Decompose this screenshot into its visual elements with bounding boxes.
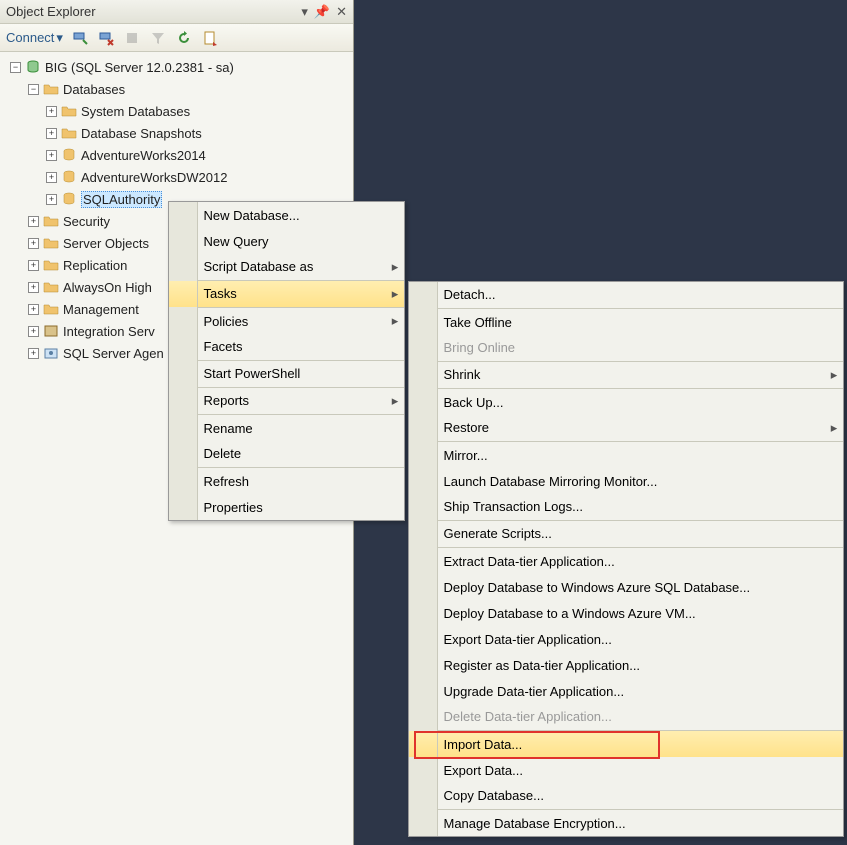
menu-launch-mirroring-monitor[interactable]: Launch Database Mirroring Monitor...	[409, 468, 843, 494]
menu-new-database[interactable]: New Database...	[169, 202, 404, 228]
expand-icon[interactable]: +	[28, 348, 39, 359]
menu-delete[interactable]: Delete	[169, 441, 404, 467]
tree-databases[interactable]: −Databases	[2, 78, 351, 100]
pin-icon[interactable]: 📌	[314, 4, 330, 20]
menu-export-dta[interactable]: Export Data-tier Application...	[409, 626, 843, 652]
context-menu-database[interactable]: New Database... New Query Script Databas…	[168, 201, 405, 521]
expand-icon[interactable]: +	[46, 172, 57, 183]
folder-icon	[61, 103, 77, 119]
connect-button[interactable]: Connect▾	[6, 30, 63, 46]
expand-icon[interactable]: +	[46, 150, 57, 161]
tree-database-snapshots[interactable]: +Database Snapshots	[2, 122, 351, 144]
panel-title: Object Explorer	[6, 4, 301, 19]
folder-icon	[43, 279, 59, 295]
stop-icon[interactable]	[123, 29, 141, 47]
folder-icon	[43, 81, 59, 97]
menu-new-query[interactable]: New Query	[169, 228, 404, 254]
menu-tasks[interactable]: Tasks▸	[169, 281, 404, 307]
menu-restore[interactable]: Restore▸	[409, 415, 843, 441]
menu-detach[interactable]: Detach...	[409, 282, 843, 308]
menu-delete-dta: Delete Data-tier Application...	[409, 704, 843, 730]
menu-refresh[interactable]: Refresh	[169, 468, 404, 494]
script-icon[interactable]	[201, 29, 219, 47]
agent-icon	[43, 345, 59, 361]
menu-deploy-azure-vm[interactable]: Deploy Database to a Windows Azure VM...	[409, 600, 843, 626]
connect-server-icon[interactable]	[71, 29, 89, 47]
menu-policies[interactable]: Policies▸	[169, 308, 404, 334]
expand-icon[interactable]: +	[28, 304, 39, 315]
menu-upgrade-dta[interactable]: Upgrade Data-tier Application...	[409, 678, 843, 704]
disconnect-server-icon[interactable]	[97, 29, 115, 47]
menu-copy-database[interactable]: Copy Database...	[409, 783, 843, 809]
menu-register-dta[interactable]: Register as Data-tier Application...	[409, 652, 843, 678]
expand-icon[interactable]: +	[46, 194, 57, 205]
expand-icon[interactable]: +	[28, 260, 39, 271]
menu-back-up[interactable]: Back Up...	[409, 389, 843, 415]
menu-script-database-as[interactable]: Script Database as▸	[169, 254, 404, 280]
menu-manage-db-encryption[interactable]: Manage Database Encryption...	[409, 810, 843, 836]
expand-icon[interactable]: −	[10, 62, 21, 73]
menu-mirror[interactable]: Mirror...	[409, 442, 843, 468]
folder-icon	[43, 213, 59, 229]
menu-ship-transaction-logs[interactable]: Ship Transaction Logs...	[409, 494, 843, 520]
database-icon	[61, 147, 77, 163]
catalog-icon	[43, 323, 59, 339]
menu-facets[interactable]: Facets	[169, 334, 404, 360]
panel-title-bar: Object Explorer ▾ 📌 ✕	[0, 0, 353, 24]
refresh-icon[interactable]	[175, 29, 193, 47]
context-menu-tasks[interactable]: Detach... Take Offline Bring Online Shri…	[408, 281, 844, 837]
menu-properties[interactable]: Properties	[169, 494, 404, 520]
filter-icon[interactable]	[149, 29, 167, 47]
tree-db-adventureworks2014[interactable]: +AdventureWorks2014	[2, 144, 351, 166]
expand-icon[interactable]: +	[28, 326, 39, 337]
database-icon	[61, 169, 77, 185]
menu-generate-scripts[interactable]: Generate Scripts...	[409, 521, 843, 547]
expand-icon[interactable]: +	[28, 282, 39, 293]
folder-icon	[43, 257, 59, 273]
folder-icon	[61, 125, 77, 141]
tree-server-root[interactable]: −BIG (SQL Server 12.0.2381 - sa)	[2, 56, 351, 78]
menu-start-powershell[interactable]: Start PowerShell	[169, 361, 404, 387]
expand-icon[interactable]: −	[28, 84, 39, 95]
menu-shrink[interactable]: Shrink▸	[409, 362, 843, 388]
folder-icon	[43, 301, 59, 317]
tree-db-adventureworksdw2012[interactable]: +AdventureWorksDW2012	[2, 166, 351, 188]
folder-icon	[43, 235, 59, 251]
menu-reports[interactable]: Reports▸	[169, 388, 404, 414]
menu-bring-online: Bring Online	[409, 335, 843, 361]
database-icon	[61, 191, 77, 207]
dropdown-icon[interactable]: ▾	[301, 4, 308, 20]
tree-system-databases[interactable]: +System Databases	[2, 100, 351, 122]
toolbar: Connect▾	[0, 24, 353, 52]
menu-import-data[interactable]: Import Data...	[409, 731, 843, 757]
expand-icon[interactable]: +	[46, 128, 57, 139]
menu-take-offline[interactable]: Take Offline	[409, 309, 843, 335]
menu-export-data[interactable]: Export Data...	[409, 757, 843, 783]
expand-icon[interactable]: +	[46, 106, 57, 117]
server-icon	[25, 59, 41, 75]
menu-extract-dta[interactable]: Extract Data-tier Application...	[409, 548, 843, 574]
menu-rename[interactable]: Rename	[169, 415, 404, 441]
close-icon[interactable]: ✕	[336, 4, 347, 20]
expand-icon[interactable]: +	[28, 216, 39, 227]
selected-db-label: SQLAuthority	[81, 191, 162, 208]
expand-icon[interactable]: +	[28, 238, 39, 249]
menu-deploy-azure-sql[interactable]: Deploy Database to Windows Azure SQL Dat…	[409, 574, 843, 600]
